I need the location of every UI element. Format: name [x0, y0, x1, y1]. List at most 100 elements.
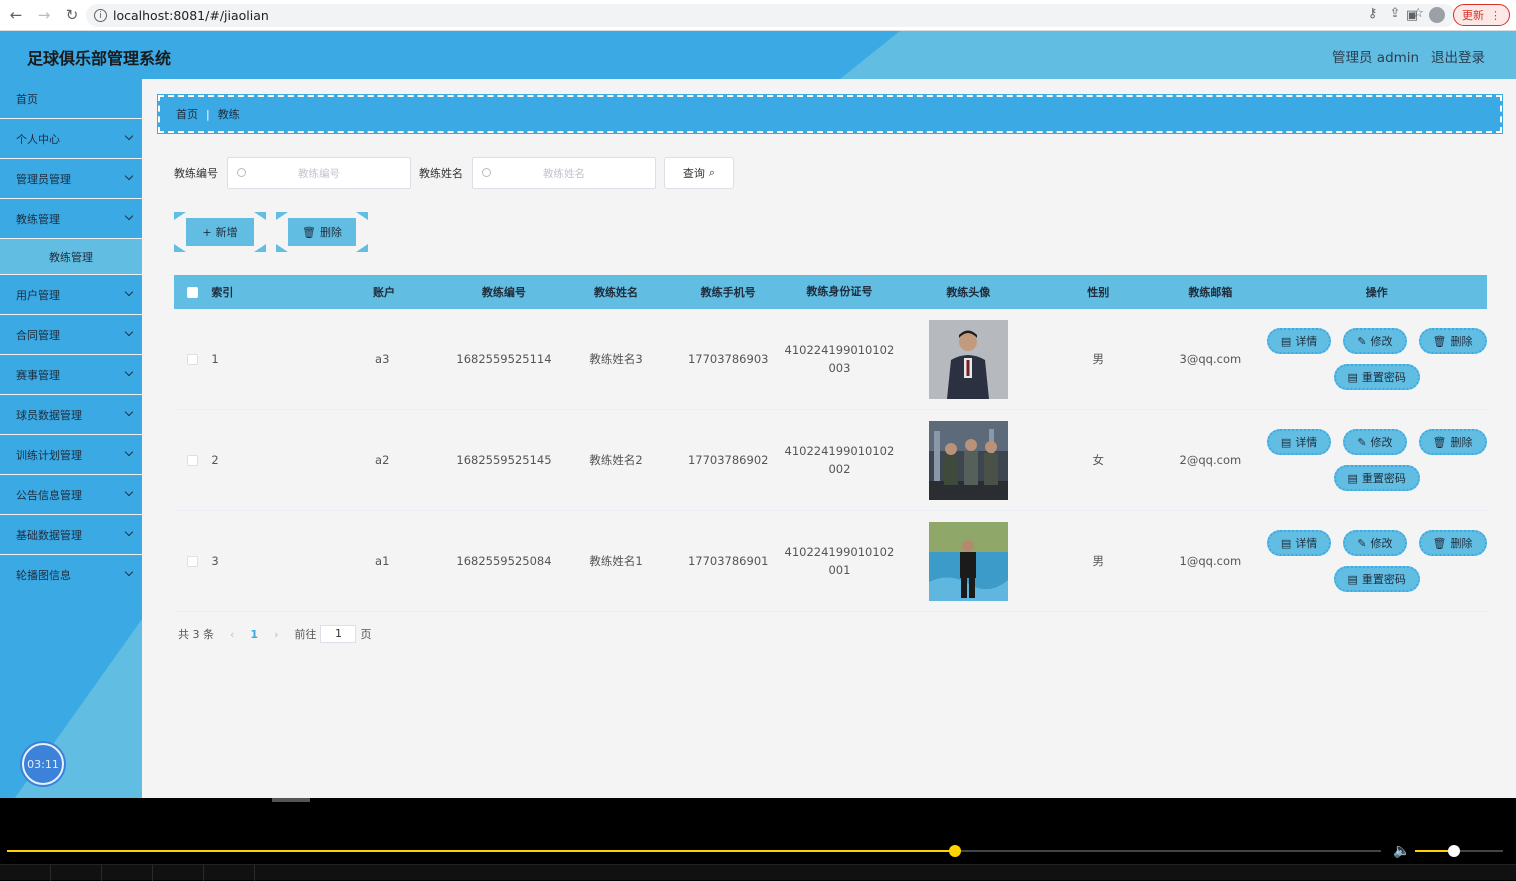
timer-badge[interactable]: 03:11	[22, 743, 64, 785]
trash-icon: 🗑	[1432, 536, 1447, 550]
document-icon: ▤	[1280, 435, 1292, 449]
query-label: 查询	[682, 167, 705, 180]
coach-avatar-image[interactable]	[928, 521, 1008, 601]
prev-page-icon[interactable]: ‹	[230, 628, 234, 641]
coach-table: 索引 账户 教练编号 教练姓名 教练手机号 教练身份证号 教练头像 性别 教练邮…	[174, 275, 1487, 612]
detail-button[interactable]: ▤ 详情	[1266, 429, 1332, 455]
sidebar-decoration	[0, 619, 142, 798]
row-phone: 17703786902	[687, 453, 769, 467]
coach-avatar-image[interactable]	[928, 319, 1008, 399]
row-email: 1@qq.com	[1179, 554, 1242, 568]
detail-button[interactable]: ▤ 详情	[1266, 328, 1332, 354]
add-label: 新增	[215, 226, 238, 239]
detail-button[interactable]: ▤ 详情	[1266, 530, 1332, 556]
side-panel-icon[interactable]: ▣	[1403, 6, 1421, 24]
pencil-icon: ✎	[1357, 334, 1367, 348]
coach-name-input[interactable]: 教练姓名	[472, 157, 656, 189]
row-email: 3@qq.com	[1179, 352, 1242, 366]
reset-label: 重置密码	[1361, 472, 1406, 485]
playback-timeline[interactable]	[7, 845, 1381, 857]
chevron-down-icon	[124, 171, 134, 181]
action-buttons: + 新增 🗑 删除	[174, 212, 368, 252]
sidebar-item-training-plans[interactable]: 训练计划管理	[0, 435, 142, 475]
sidebar-item-coaches[interactable]: 教练管理	[0, 199, 142, 239]
volume-icon[interactable]: 🔈	[1393, 843, 1410, 859]
coach-avatar-image[interactable]	[928, 420, 1008, 500]
sidebar-item-player-data[interactable]: 球员数据管理	[0, 395, 142, 435]
header-sex: 性别	[1087, 286, 1110, 299]
chevron-down-icon	[124, 487, 134, 497]
sidebar-item-base-data[interactable]: 基础数据管理	[0, 515, 142, 555]
reset-password-button[interactable]: ▤ 重置密码	[1333, 566, 1420, 592]
coach-no-placeholder: 教练编号	[298, 167, 340, 180]
video-player-bar: 🔈	[0, 798, 1516, 881]
header-operations: 操作	[1365, 286, 1388, 299]
add-button[interactable]: + 新增	[174, 212, 266, 252]
delete-button[interactable]: 🗑 删除	[1418, 530, 1487, 556]
edit-button[interactable]: ✎ 修改	[1343, 530, 1407, 556]
sidebar-subitem-coach-management[interactable]: 教练管理	[0, 239, 142, 275]
chevron-down-icon	[124, 327, 134, 337]
volume-knob[interactable]	[1447, 845, 1460, 857]
select-all-checkbox[interactable]	[187, 286, 199, 298]
sidebar-item-users[interactable]: 用户管理	[0, 275, 142, 315]
address-bar[interactable]: i localhost:8081/#/jiaolian	[86, 4, 1456, 27]
logout-link[interactable]: 退出登录	[1431, 46, 1485, 66]
row-account: a2	[375, 453, 390, 467]
sidebar-item-matches[interactable]: 赛事管理	[0, 355, 142, 395]
header-index: 索引	[211, 286, 234, 299]
query-button[interactable]: 查询 ⌕	[664, 157, 734, 189]
reset-password-button[interactable]: ▤ 重置密码	[1333, 364, 1420, 390]
detail-label: 详情	[1295, 335, 1318, 348]
key-icon[interactable]: ⚷	[1368, 6, 1378, 21]
next-page-icon[interactable]: ›	[274, 628, 278, 641]
row-coach-no: 1682559525084	[456, 554, 552, 568]
site-info-icon[interactable]: i	[94, 9, 107, 22]
search-icon	[237, 168, 246, 177]
timeline-knob[interactable]	[949, 845, 962, 857]
sidebar-item-label: 用户管理	[16, 288, 60, 302]
profile-avatar[interactable]	[1429, 7, 1445, 23]
sidebar-item-admins[interactable]: 管理员管理	[0, 159, 142, 199]
sidebar-item-label: 基础数据管理	[16, 528, 82, 542]
coach-no-input[interactable]: 教练编号	[227, 157, 411, 189]
id-line-2: 002	[828, 462, 851, 476]
forward-icon[interactable]: →	[32, 3, 56, 27]
sidebar-item-contracts[interactable]: 合同管理	[0, 315, 142, 355]
delete-button[interactable]: 🗑 删除	[1418, 328, 1487, 354]
sidebar-item-home[interactable]: 首页	[0, 79, 142, 119]
id-line-1: 410224199010102	[784, 343, 895, 357]
id-line-2: 001	[828, 563, 851, 577]
sidebar-item-announcements[interactable]: 公告信息管理	[0, 475, 142, 515]
share-icon[interactable]: ⇪	[1389, 6, 1400, 21]
top-bar: 足球俱乐部管理系统 管理员 admin 退出登录	[0, 31, 1516, 79]
reset-password-button[interactable]: ▤ 重置密码	[1333, 465, 1420, 491]
reload-icon[interactable]: ↻	[60, 3, 84, 27]
row-checkbox[interactable]	[187, 454, 199, 466]
back-icon[interactable]: ←	[4, 3, 28, 27]
row-checkbox[interactable]	[187, 555, 199, 567]
header-phone: 教练手机号	[700, 286, 756, 299]
update-button[interactable]: 更新 ⋮	[1453, 4, 1510, 26]
edit-button[interactable]: ✎ 修改	[1343, 429, 1407, 455]
goto-page-input[interactable]: 1	[320, 625, 357, 643]
table-row: 2 a2 1682559525145 教练姓名2 17703786902 410…	[174, 410, 1487, 511]
app-title: 足球俱乐部管理系统	[27, 49, 172, 68]
volume-slider[interactable]	[1415, 845, 1503, 857]
page-number[interactable]: 1	[250, 628, 258, 641]
row-checkbox[interactable]	[187, 353, 199, 365]
coach-no-label: 教练编号	[174, 167, 218, 180]
row-email: 2@qq.com	[1179, 453, 1242, 467]
edit-button[interactable]: ✎ 修改	[1343, 328, 1407, 354]
pencil-icon: ✎	[1357, 435, 1367, 449]
batch-delete-button[interactable]: 🗑 删除	[276, 212, 368, 252]
detail-label: 详情	[1295, 537, 1318, 550]
breadcrumb-home[interactable]: 首页	[176, 106, 198, 122]
document-icon: ▤	[1280, 536, 1292, 550]
scrollbar-thumb[interactable]	[272, 798, 310, 802]
sidebar-item-carousel[interactable]: 轮播图信息	[0, 555, 142, 595]
detail-label: 详情	[1295, 436, 1318, 449]
reset-label: 重置密码	[1361, 573, 1406, 586]
sidebar-item-profile[interactable]: 个人中心	[0, 119, 142, 159]
delete-button[interactable]: 🗑 删除	[1418, 429, 1487, 455]
